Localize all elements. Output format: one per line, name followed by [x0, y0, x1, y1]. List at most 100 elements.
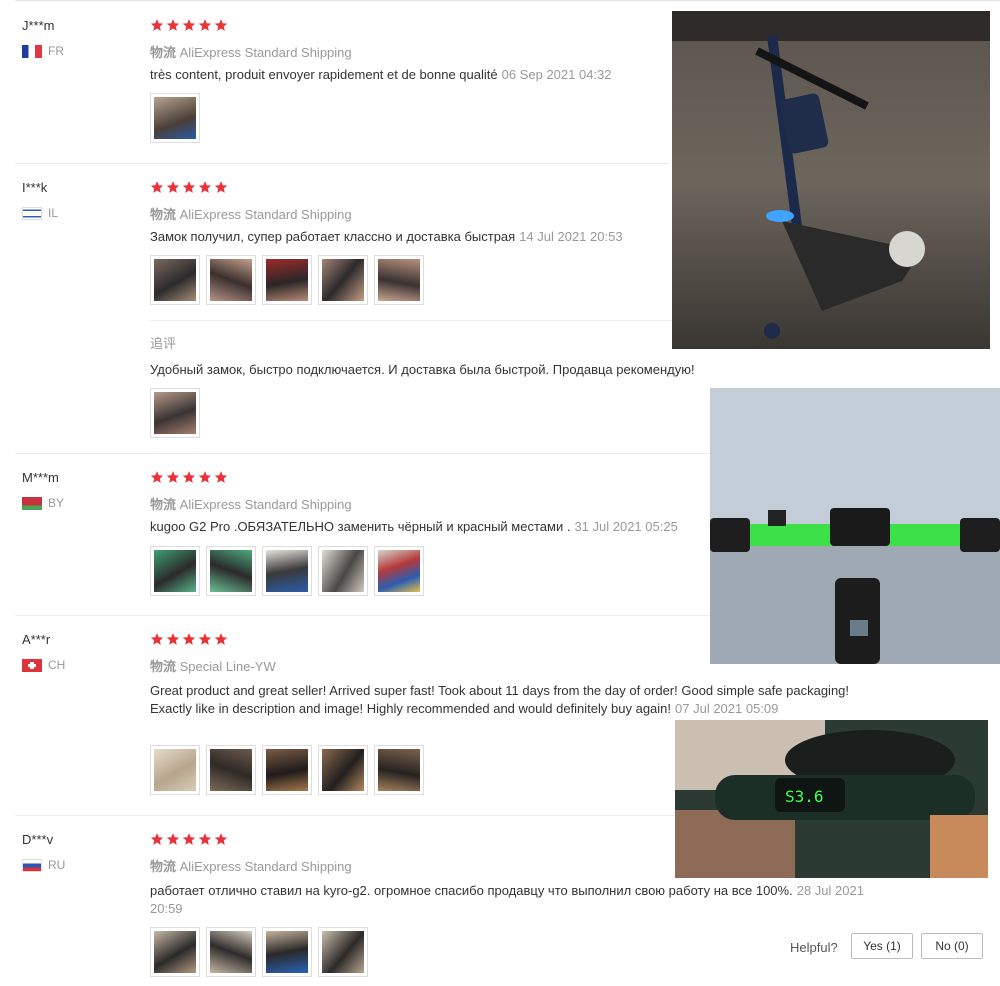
display-closeup-photo: S3.6: [675, 720, 988, 878]
flag-ru-icon: [22, 858, 42, 872]
star-icon: [198, 471, 212, 483]
followup-label: 追评: [150, 336, 177, 351]
review-photo-thumb[interactable]: [262, 927, 312, 977]
review-photo-thumb[interactable]: [206, 546, 256, 596]
followup-photos: [150, 388, 200, 438]
review-photo-thumb[interactable]: [318, 745, 368, 795]
flag-by-icon: [22, 496, 42, 510]
star-icon: [214, 19, 228, 31]
star-icon: [182, 833, 196, 845]
star-icon: [198, 633, 212, 645]
shipping-method: 物流 AliExpress Standard Shipping: [150, 497, 352, 512]
review-photo-thumb[interactable]: [374, 255, 424, 305]
review-photo-large[interactable]: [672, 11, 990, 349]
rating-stars: [150, 18, 228, 32]
helpful-no-button[interactable]: No (0): [921, 933, 983, 959]
review-photo-thumb[interactable]: [318, 546, 368, 596]
star-icon: [166, 19, 180, 31]
review-photo-thumb[interactable]: [318, 255, 368, 305]
reviewer-country: BY: [22, 496, 64, 510]
review-photo-thumb[interactable]: [262, 745, 312, 795]
review-photos: [150, 93, 200, 143]
review-divider: [15, 163, 670, 164]
rating-stars: [150, 832, 228, 846]
rating-stars: [150, 470, 228, 484]
reviewer-country: CH: [22, 658, 65, 672]
review-photos: [150, 927, 368, 977]
review-date: 31 Jul 2021 05:25: [574, 519, 678, 534]
review-photo-thumb[interactable]: [150, 546, 200, 596]
rating-stars: [150, 632, 228, 646]
reviewer-country: RU: [22, 858, 65, 872]
review-photo-thumb[interactable]: [318, 927, 368, 977]
reviewer-name: A***r: [22, 632, 51, 647]
review-text: kugoo G2 Pro .ОБЯЗАТЕЛЬНО заменить чёрны…: [150, 519, 678, 534]
reviewer-name: J***m: [22, 18, 55, 33]
review-photo-thumb[interactable]: [150, 927, 200, 977]
star-icon: [214, 833, 228, 845]
review-photo-thumb[interactable]: [206, 927, 256, 977]
star-icon: [166, 181, 180, 193]
review-photo-thumb[interactable]: [150, 255, 200, 305]
reviewer-country: IL: [22, 206, 58, 220]
review-date: 06 Sep 2021 04:32: [501, 67, 612, 82]
svg-text:S3.6: S3.6: [785, 787, 824, 806]
star-icon: [182, 633, 196, 645]
star-icon: [150, 833, 164, 845]
reviewer-name: M***m: [22, 470, 59, 485]
helpful-yes-button[interactable]: Yes (1): [851, 933, 913, 959]
scooter-night-photo: [672, 11, 990, 349]
star-icon: [150, 633, 164, 645]
star-icon: [182, 181, 196, 193]
review-photos: [150, 255, 424, 305]
review-photo-thumb[interactable]: [206, 255, 256, 305]
star-icon: [150, 181, 164, 193]
review-photo-thumb[interactable]: [206, 745, 256, 795]
top-divider: [15, 0, 1000, 1]
helpful-label: Helpful?: [790, 940, 838, 955]
followup-text: Удобный замок, быстро подключается. И до…: [150, 362, 695, 377]
star-icon: [150, 19, 164, 31]
shipping-method: 物流 Special Line-YW: [150, 659, 276, 674]
star-icon: [182, 19, 196, 31]
shipping-method: 物流 AliExpress Standard Shipping: [150, 45, 352, 60]
shipping-method: 物流 AliExpress Standard Shipping: [150, 859, 352, 874]
review-text: Замок получил, супер работает классно и …: [150, 229, 623, 244]
review-photo-thumb[interactable]: [150, 745, 200, 795]
star-icon: [198, 181, 212, 193]
shipping-method: 物流 AliExpress Standard Shipping: [150, 207, 352, 222]
review-divider: [15, 615, 710, 616]
review-photo-large[interactable]: [710, 388, 1000, 664]
reviewer-name: I***k: [22, 180, 48, 195]
review-photo-thumb[interactable]: [374, 546, 424, 596]
flag-fr-icon: [22, 44, 42, 58]
star-icon: [166, 833, 180, 845]
review-photo-thumb[interactable]: [262, 546, 312, 596]
review-divider: [15, 815, 675, 816]
review-photo-thumb[interactable]: [150, 93, 200, 143]
review-divider: [15, 453, 710, 454]
star-icon: [150, 471, 164, 483]
star-icon: [214, 471, 228, 483]
review-photos: [150, 745, 424, 795]
reviewer-name: D***v: [22, 832, 54, 847]
review-text: работает отлично ставил на kyro-g2. огро…: [150, 883, 864, 916]
rating-stars: [150, 180, 228, 194]
star-icon: [198, 19, 212, 31]
followup-divider: [150, 320, 672, 321]
review-photo-large[interactable]: S3.6: [675, 720, 988, 878]
review-date: 14 Jul 2021 20:53: [519, 229, 623, 244]
review-photo-thumb[interactable]: [374, 745, 424, 795]
review-date: 07 Jul 2021 05:09: [675, 701, 779, 716]
star-icon: [182, 471, 196, 483]
star-icon: [214, 633, 228, 645]
flag-il-icon: [22, 206, 42, 220]
flag-ch-icon: [22, 658, 42, 672]
handlebar-green-photo: [710, 388, 1000, 664]
star-icon: [214, 181, 228, 193]
review-photo-thumb[interactable]: [262, 255, 312, 305]
review-text: très content, produit envoyer rapidement…: [150, 67, 612, 82]
star-icon: [166, 471, 180, 483]
review-photos: [150, 546, 424, 596]
review-photo-thumb[interactable]: [150, 388, 200, 438]
